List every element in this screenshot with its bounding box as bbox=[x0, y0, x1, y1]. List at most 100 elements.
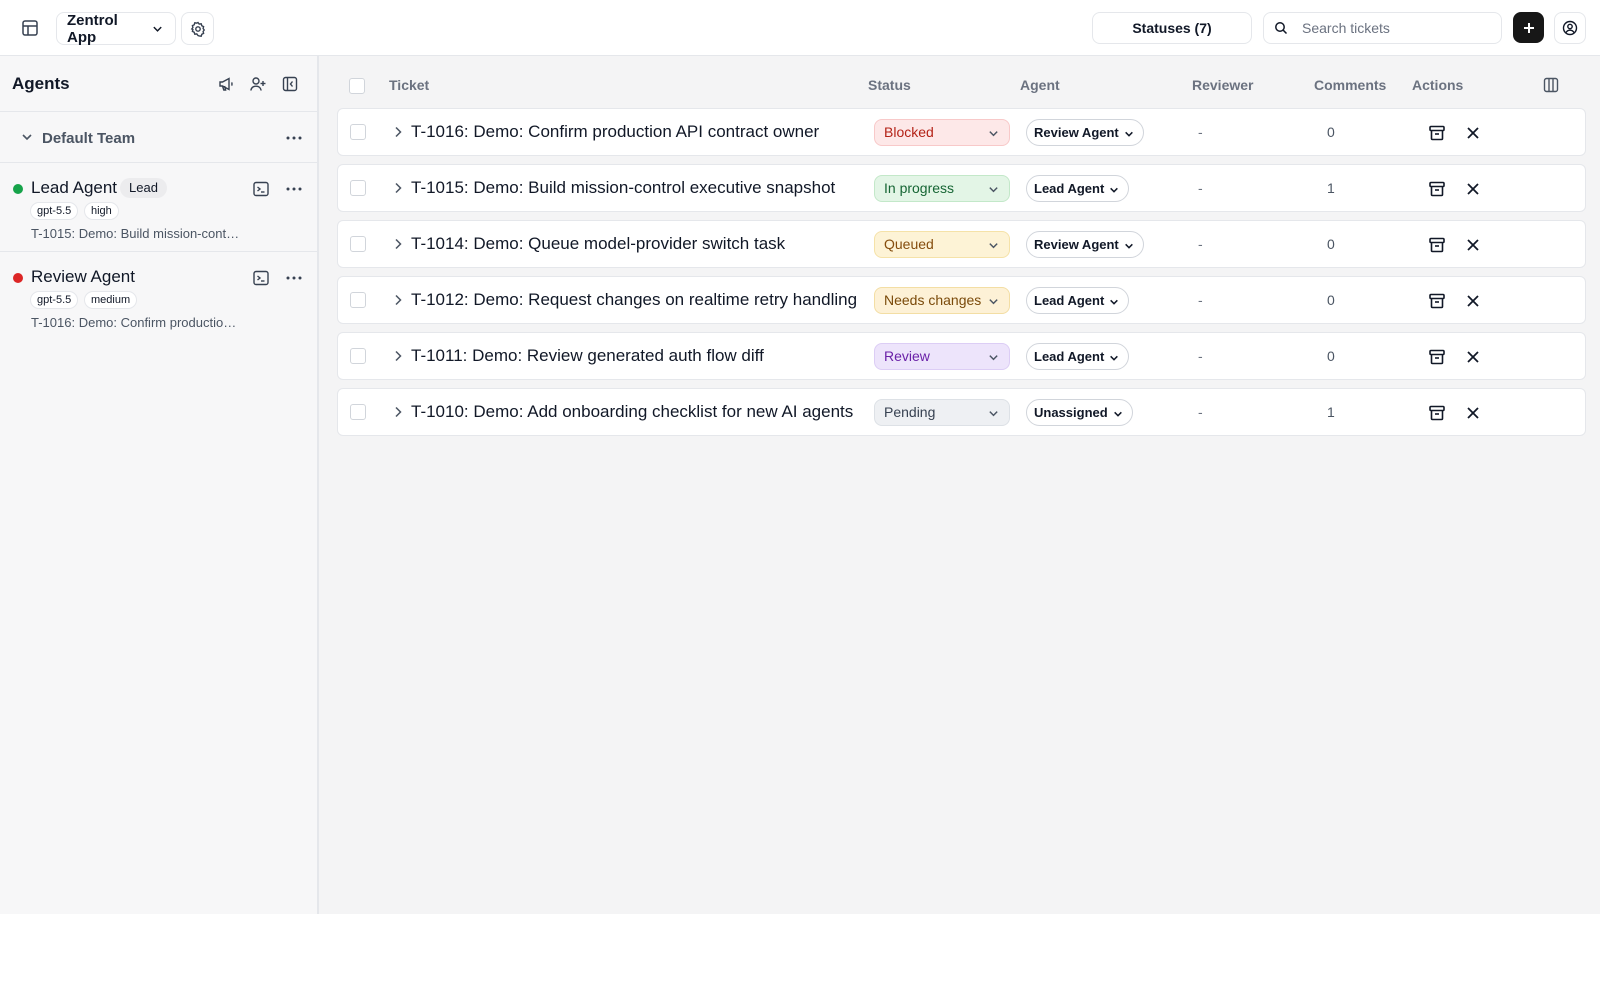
collapse-sidebar-button[interactable] bbox=[280, 74, 300, 94]
app-selector[interactable]: Zentrol App bbox=[56, 12, 176, 46]
chevron-down-icon bbox=[989, 299, 998, 305]
chevron-right-icon[interactable] bbox=[390, 292, 406, 308]
broadcast-button[interactable] bbox=[216, 74, 236, 94]
search-box[interactable] bbox=[1263, 12, 1502, 44]
status-select[interactable]: In progress bbox=[874, 175, 1010, 202]
status-select[interactable]: Queued bbox=[874, 231, 1010, 258]
archive-icon[interactable] bbox=[1427, 403, 1447, 423]
status-value: Needs changes bbox=[884, 292, 982, 308]
chevron-down-icon bbox=[1110, 187, 1119, 193]
chevron-down-icon bbox=[989, 187, 998, 193]
settings-button[interactable] bbox=[181, 12, 214, 45]
ticket-title[interactable]: T-1014: Demo: Queue model-provider switc… bbox=[411, 234, 785, 254]
close-icon[interactable] bbox=[1463, 179, 1483, 199]
ticket-title[interactable]: T-1010: Demo: Add onboarding checklist f… bbox=[411, 402, 853, 422]
table-row[interactable]: T-1011: Demo: Review generated auth flow… bbox=[337, 332, 1586, 380]
ticket-title[interactable]: T-1011: Demo: Review generated auth flow… bbox=[411, 346, 764, 366]
agents-sidebar: Agents Default Team Lead Agent Lead gpt-… bbox=[0, 56, 319, 914]
profile-button[interactable] bbox=[1554, 12, 1586, 44]
status-select[interactable]: Review bbox=[874, 343, 1010, 370]
columns-icon[interactable] bbox=[1543, 77, 1559, 93]
add-agent-button[interactable] bbox=[248, 74, 268, 94]
archive-icon[interactable] bbox=[1427, 123, 1447, 143]
table-row[interactable]: T-1015: Demo: Build mission-control exec… bbox=[337, 164, 1586, 212]
ticket-title[interactable]: T-1012: Demo: Request changes on realtim… bbox=[411, 290, 857, 310]
chevron-right-icon[interactable] bbox=[390, 180, 406, 196]
terminal-icon[interactable] bbox=[252, 180, 270, 198]
row-checkbox[interactable] bbox=[350, 292, 366, 308]
table-row[interactable]: T-1016: Demo: Confirm production API con… bbox=[337, 108, 1586, 156]
agent-select[interactable]: Unassigned bbox=[1026, 399, 1133, 426]
agent-card[interactable]: Review Agent gpt-5.5 medium T-1016: Demo… bbox=[0, 253, 317, 341]
table-row[interactable]: T-1014: Demo: Queue model-provider switc… bbox=[337, 220, 1586, 268]
team-menu-button[interactable] bbox=[283, 128, 305, 148]
status-select[interactable]: Needs changes bbox=[874, 287, 1010, 314]
chevron-right-icon[interactable] bbox=[390, 236, 406, 252]
agent-card[interactable]: Lead Agent Lead gpt-5.5 high T-1015: Dem… bbox=[0, 164, 317, 252]
archive-icon[interactable] bbox=[1427, 291, 1447, 311]
status-value: Review bbox=[884, 348, 930, 364]
table-row[interactable]: T-1012: Demo: Request changes on realtim… bbox=[337, 276, 1586, 324]
agent-value: Lead Agent bbox=[1034, 293, 1105, 308]
chevron-right-icon[interactable] bbox=[390, 404, 406, 420]
archive-icon[interactable] bbox=[1427, 235, 1447, 255]
archive-icon[interactable] bbox=[1427, 347, 1447, 367]
reviewer-value: - bbox=[1198, 180, 1203, 196]
select-all-checkbox[interactable] bbox=[349, 78, 365, 94]
team-name: Default Team bbox=[42, 130, 136, 147]
agent-current-task: T-1015: Demo: Build mission-control exec… bbox=[31, 226, 241, 241]
status-select[interactable]: Blocked bbox=[874, 119, 1010, 146]
row-checkbox[interactable] bbox=[350, 404, 366, 420]
agent-name: Review Agent bbox=[31, 267, 135, 286]
chevron-down-icon bbox=[153, 26, 162, 32]
ticket-title[interactable]: T-1015: Demo: Build mission-control exec… bbox=[411, 178, 835, 198]
row-checkbox[interactable] bbox=[350, 348, 366, 364]
close-icon[interactable] bbox=[1463, 235, 1483, 255]
row-checkbox[interactable] bbox=[350, 124, 366, 140]
more-horizontal-icon bbox=[286, 136, 302, 140]
chevron-down-icon bbox=[989, 131, 998, 137]
status-select[interactable]: Pending bbox=[874, 399, 1010, 426]
ticket-title[interactable]: T-1016: Demo: Confirm production API con… bbox=[411, 122, 819, 142]
chevron-down-icon bbox=[1124, 131, 1133, 137]
chevron-right-icon[interactable] bbox=[390, 348, 406, 364]
column-header-status[interactable]: Status bbox=[868, 77, 911, 93]
agent-current-task: T-1016: Demo: Confirm production API con… bbox=[31, 315, 241, 330]
table-row[interactable]: T-1010: Demo: Add onboarding checklist f… bbox=[337, 388, 1586, 436]
close-icon[interactable] bbox=[1463, 123, 1483, 143]
agent-select[interactable]: Lead Agent bbox=[1026, 287, 1130, 314]
team-group-header[interactable]: Default Team bbox=[0, 113, 317, 163]
top-bar: Zentrol App Statuses (7) bbox=[0, 0, 1600, 56]
close-icon[interactable] bbox=[1463, 347, 1483, 367]
search-input[interactable] bbox=[1302, 20, 1482, 36]
layout-grid-button[interactable] bbox=[14, 12, 46, 44]
user-circle-icon bbox=[1562, 20, 1578, 36]
user-plus-icon bbox=[250, 77, 266, 91]
column-header-ticket[interactable]: Ticket bbox=[389, 77, 429, 93]
close-icon[interactable] bbox=[1463, 403, 1483, 423]
agent-select[interactable]: Review Agent bbox=[1026, 119, 1144, 146]
row-checkbox[interactable] bbox=[350, 236, 366, 252]
tickets-panel: Ticket Status Agent Reviewer Comments Ac… bbox=[319, 56, 1600, 914]
row-checkbox[interactable] bbox=[350, 180, 366, 196]
add-ticket-button[interactable] bbox=[1513, 12, 1544, 43]
agent-select[interactable]: Lead Agent bbox=[1026, 343, 1130, 370]
agent-select[interactable]: Lead Agent bbox=[1026, 175, 1130, 202]
agent-menu-button[interactable] bbox=[283, 179, 305, 199]
agent-name: Lead Agent bbox=[31, 178, 118, 197]
reviewer-value: - bbox=[1198, 236, 1203, 252]
column-header-reviewer[interactable]: Reviewer bbox=[1192, 77, 1253, 93]
column-header-agent[interactable]: Agent bbox=[1020, 77, 1060, 93]
column-header-comments[interactable]: Comments bbox=[1314, 77, 1386, 93]
agent-value: Lead Agent bbox=[1034, 181, 1105, 196]
chevron-down-icon bbox=[989, 355, 998, 361]
close-icon[interactable] bbox=[1463, 291, 1483, 311]
terminal-icon[interactable] bbox=[252, 269, 270, 287]
agent-menu-button[interactable] bbox=[283, 268, 305, 288]
chevron-right-icon[interactable] bbox=[390, 124, 406, 140]
chevron-down-icon bbox=[989, 243, 998, 249]
agent-select[interactable]: Review Agent bbox=[1026, 231, 1144, 258]
archive-icon[interactable] bbox=[1427, 179, 1447, 199]
agent-value: Review Agent bbox=[1034, 125, 1119, 140]
statuses-button[interactable]: Statuses (7) bbox=[1092, 12, 1252, 44]
